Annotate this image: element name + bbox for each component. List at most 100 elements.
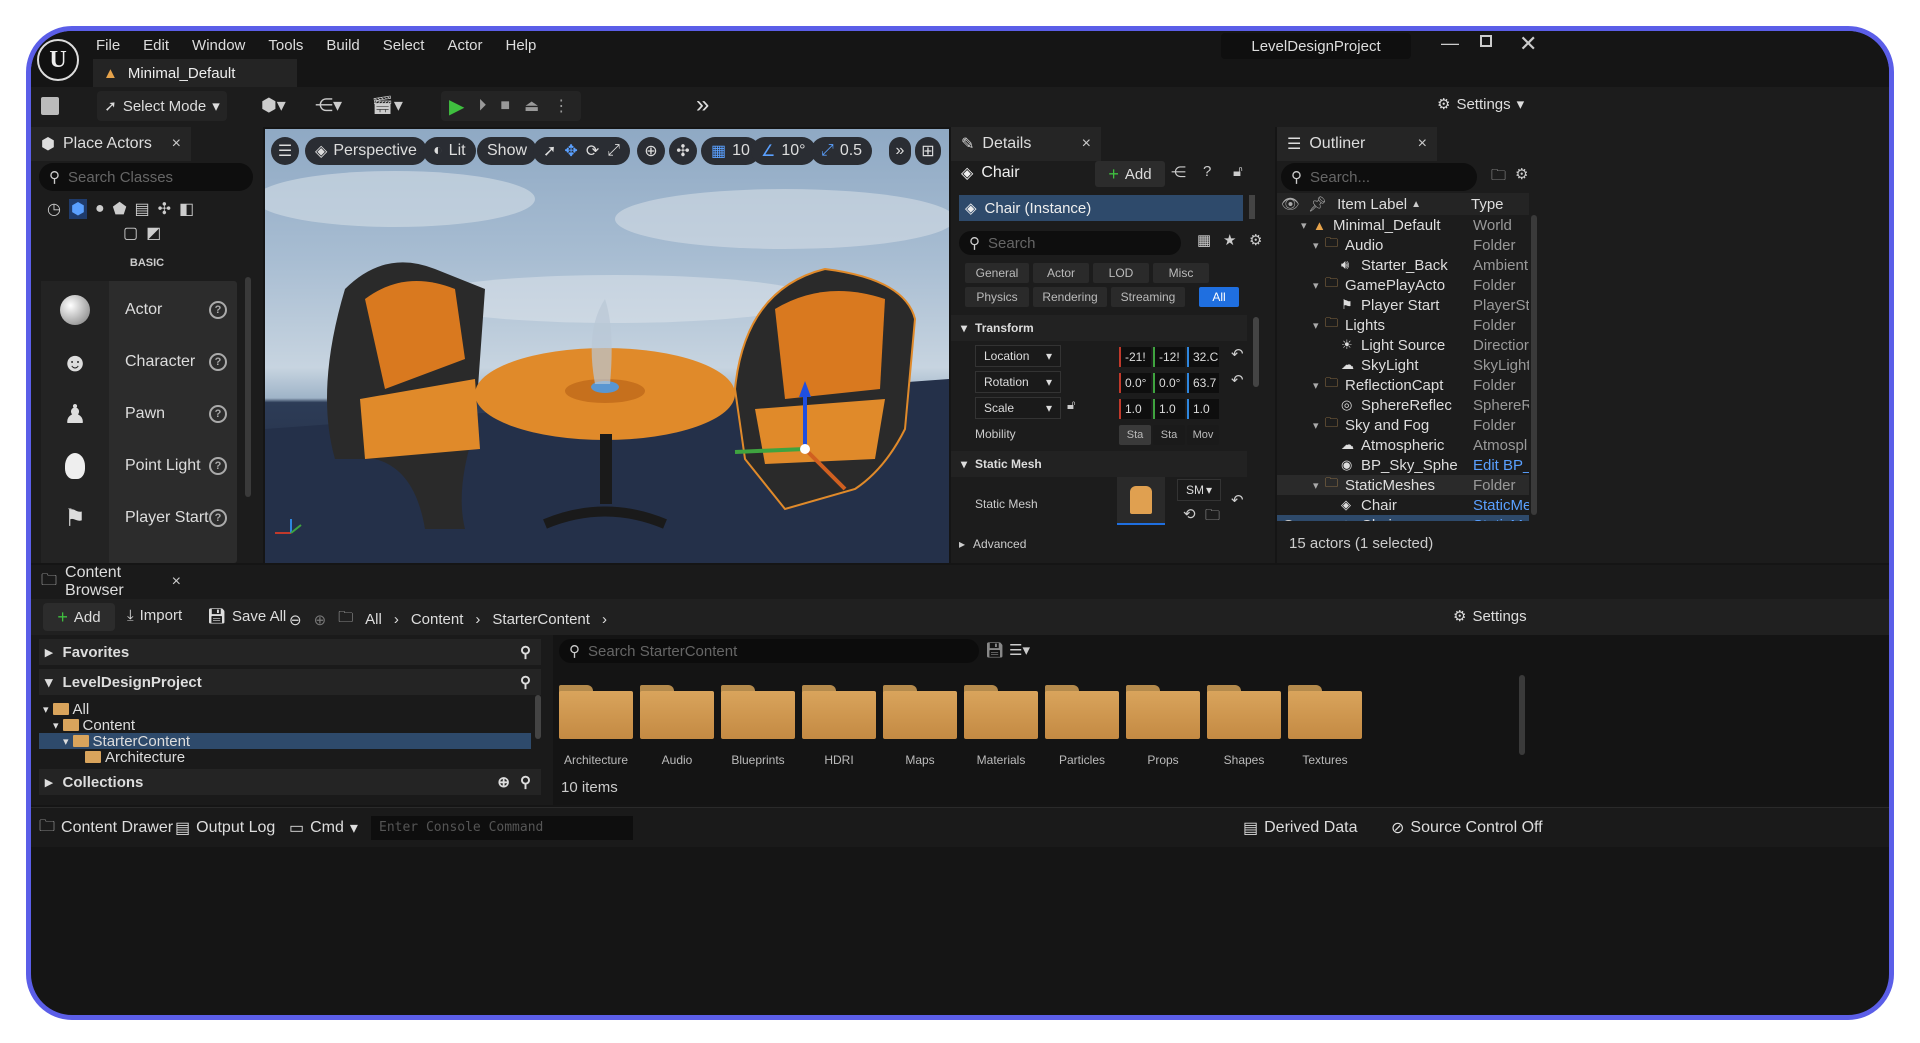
stop-icon[interactable]: ■ — [500, 97, 510, 115]
outliner-row[interactable]: ☁ SkyLight SkyLight — [1277, 355, 1529, 375]
add-collection-icon[interactable]: ⊕ — [497, 773, 510, 791]
close-icon[interactable]: × — [172, 135, 181, 153]
visual-effects-icon[interactable]: ✣ — [158, 199, 171, 219]
rotate-tool-icon[interactable]: ⟳ — [586, 141, 599, 161]
cinematic-icon[interactable]: ▤ — [135, 199, 150, 219]
menu-item-file[interactable]: File — [96, 37, 120, 54]
actor-item-actor[interactable]: Actor ? — [41, 281, 237, 339]
scrollbar[interactable] — [1531, 215, 1537, 515]
lit-button[interactable]: ◐ Lit — [423, 137, 476, 165]
help-icon[interactable]: ? — [209, 353, 227, 371]
mobility-movable[interactable]: Mov — [1187, 425, 1219, 445]
menu-item-tools[interactable]: Tools — [268, 37, 303, 54]
rotation-z-field[interactable]: 63.7 — [1187, 373, 1219, 393]
folder-asset-hdri[interactable] — [802, 685, 876, 739]
add-content-icon[interactable]: ⬢▾ — [261, 95, 286, 116]
expand-toolbar-icon[interactable]: » — [696, 91, 709, 119]
folder-asset-particles[interactable] — [1045, 685, 1119, 739]
pin-icon[interactable]: 📌︎ — [1308, 195, 1327, 213]
surface-snap-button[interactable]: ✣ — [669, 137, 697, 165]
add-folder-icon[interactable]: 🗀 — [1491, 165, 1506, 190]
type-header[interactable]: Type — [1471, 196, 1504, 213]
unreal-logo-icon[interactable]: U — [37, 39, 79, 81]
content-browser-tab[interactable]: 🗀 Content Browser × — [31, 564, 191, 599]
world-local-button[interactable]: ⊕ — [637, 137, 665, 165]
layout-button[interactable]: ⊞ — [915, 137, 941, 165]
scrollbar[interactable] — [1519, 675, 1525, 755]
outliner-row[interactable]: ▾ ▲ Minimal_Default World — [1277, 215, 1529, 235]
close-icon[interactable]: × — [1418, 135, 1427, 153]
table-view-icon[interactable]: ▦ — [1197, 231, 1211, 249]
place-actors-tab[interactable]: ⬢ Place Actors × — [31, 127, 191, 161]
outliner-row[interactable]: ▾ 🗀 Lights Folder — [1277, 315, 1529, 335]
shapes-icon[interactable]: ⬟ — [113, 199, 127, 219]
reset-location-icon[interactable]: ↶ — [1231, 345, 1244, 363]
volumes-icon[interactable]: ▢ — [123, 223, 138, 243]
lock-icon[interactable]: 🔓︎ — [1233, 163, 1243, 180]
save-all-button[interactable]: 💾︎ Save All — [207, 607, 286, 626]
folder-asset-audio[interactable] — [640, 685, 714, 739]
actor-item-point-light[interactable]: Point Light ? — [41, 437, 237, 495]
close-icon[interactable]: × — [172, 573, 181, 591]
outliner-tab[interactable]: ☰ Outliner × — [1277, 127, 1437, 161]
close-icon[interactable]: × — [1082, 135, 1091, 153]
actor-item-player-start[interactable]: ⚑ Player Start ? — [41, 489, 237, 547]
forward-icon[interactable]: ⊕ — [314, 611, 327, 629]
lights-icon[interactable]: ● — [95, 200, 105, 218]
static-mesh-section[interactable]: ▾ Static Mesh — [951, 451, 1247, 477]
chevron-down-icon[interactable]: ▾ — [1313, 379, 1319, 392]
scrollbar[interactable] — [535, 695, 541, 739]
collections-row[interactable]: ▸ Collections ⊕ ⚲ — [39, 769, 541, 795]
favorites-row[interactable]: ▸ Favorites ⚲ — [39, 639, 541, 665]
reset-rotation-icon[interactable]: ↶ — [1231, 371, 1244, 389]
eject-icon[interactable]: ⏏ — [524, 96, 539, 116]
rotation-dropdown[interactable]: Rotation ▾ — [975, 371, 1061, 393]
help-icon[interactable]: ? — [209, 509, 227, 527]
visibility-icon[interactable]: 👁︎ — [1281, 518, 1296, 521]
search-classes-input[interactable]: ⚲ Search Classes — [39, 163, 253, 191]
use-selected-icon[interactable]: ⟲ — [1183, 505, 1196, 523]
filter-streaming[interactable]: Streaming — [1111, 287, 1185, 307]
scale-x-field[interactable]: 1.0 — [1119, 399, 1151, 419]
search-icon[interactable]: ⚲ — [520, 643, 531, 661]
item-label-header[interactable]: Item Label — [1337, 196, 1407, 213]
mobility-static[interactable]: Sta — [1119, 425, 1151, 445]
cinematics-icon[interactable]: 🎬︎▾ — [371, 95, 403, 116]
chevron-down-icon[interactable]: ▾ — [1313, 479, 1319, 492]
transform-section[interactable]: ▾ Transform — [951, 315, 1247, 341]
folder-asset-maps[interactable] — [883, 685, 957, 739]
import-button[interactable]: ⤓ Import — [127, 607, 182, 624]
select-tool-icon[interactable]: ➚ — [543, 141, 556, 161]
menu-item-window[interactable]: Window — [192, 37, 245, 54]
settings-button[interactable]: ⚙ Settings ▾ — [1437, 95, 1524, 114]
outliner-item-type[interactable]: Edit BP_ — [1473, 457, 1529, 474]
chevron-down-icon[interactable]: ▾ — [1301, 219, 1307, 232]
advanced-section[interactable]: ▸ Advanced — [959, 537, 1026, 551]
tree-item-content[interactable]: ▾ Content — [53, 717, 135, 734]
output-log-button[interactable]: ▤ Output Log — [175, 808, 275, 848]
more-icon[interactable]: ⋮ — [553, 96, 569, 116]
visibility-icon[interactable]: 👁︎ — [1281, 195, 1300, 213]
outliner-row[interactable]: ▾ 🗀 StaticMeshes Folder — [1277, 475, 1529, 495]
outliner-row[interactable]: ▾ 🗀 GamePlayActo Folder — [1277, 275, 1529, 295]
select-mode-button[interactable]: ➚ Select Mode ▾ — [97, 91, 227, 121]
project-row[interactable]: ▾ LevelDesignProject ⚲ — [39, 669, 541, 695]
chevron-down-icon[interactable]: ▾ — [1313, 319, 1319, 332]
scale-snap-button[interactable]: ⤢ 0.5 — [811, 137, 873, 165]
outliner-row[interactable]: ▾ 🗀 Audio Folder — [1277, 235, 1529, 255]
outliner-row[interactable]: ◈ Chair StaticMe — [1277, 495, 1529, 515]
blueprint-icon[interactable]: ⋲▾ — [315, 95, 342, 116]
scrollbar[interactable] — [245, 277, 251, 497]
folder-asset-props[interactable] — [1126, 685, 1200, 739]
outliner-row[interactable]: ☁ Atmospheric Atmospl — [1277, 435, 1529, 455]
save-search-icon[interactable]: 💾︎ — [985, 641, 1004, 659]
filter-all[interactable]: All — [1199, 287, 1239, 307]
help-icon[interactable]: ? — [1203, 163, 1211, 180]
scale-z-field[interactable]: 1.0 — [1187, 399, 1219, 419]
angle-snap-button[interactable]: ∠ 10° — [751, 137, 816, 165]
reset-mesh-icon[interactable]: ↶ — [1231, 491, 1244, 509]
instance-row[interactable]: ◈ Chair (Instance) — [959, 195, 1243, 221]
back-icon[interactable]: ⊖ — [289, 611, 302, 629]
rotation-y-field[interactable]: 0.0° — [1153, 373, 1185, 393]
outliner-row[interactable]: 🔊︎ Starter_Back Ambient — [1277, 255, 1529, 275]
